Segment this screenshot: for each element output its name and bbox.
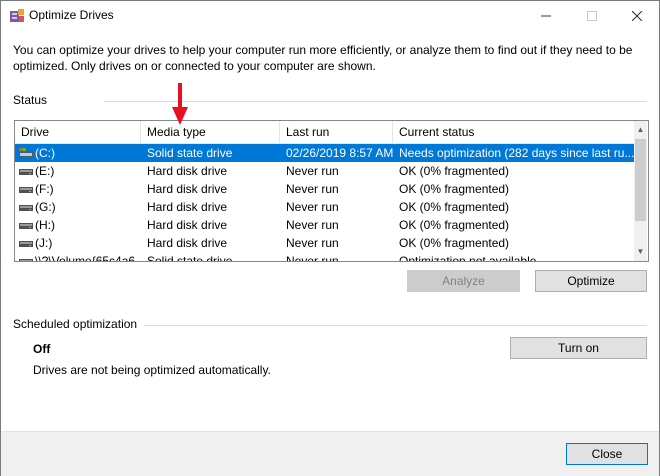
media-type: Hard disk drive	[147, 236, 228, 250]
drives-list-scrollbar[interactable]: ▲ ▼	[634, 121, 647, 261]
last-run: 02/26/2019 8:57 AM	[286, 146, 394, 160]
current-status: OK (0% fragmented)	[399, 182, 510, 196]
minimize-icon	[540, 15, 551, 17]
turn-on-button[interactable]: Turn on	[510, 337, 647, 359]
drive-row-h[interactable]: (H:) Hard disk drive Never run OK (0% fr…	[15, 216, 634, 234]
scheduled-divider	[144, 325, 647, 326]
minimize-button[interactable]	[523, 1, 568, 31]
column-header-current-status[interactable]: Current status	[393, 121, 634, 143]
drive-name: (F:)	[35, 182, 54, 196]
media-type: Hard disk drive	[147, 218, 228, 232]
column-header-media-type[interactable]: Media type	[141, 121, 280, 143]
last-run: Never run	[286, 236, 339, 250]
title-bar: Optimize Drives	[1, 1, 659, 31]
scroll-down-icon[interactable]: ▼	[634, 243, 647, 260]
drive-name: (J:)	[35, 236, 53, 250]
drives-list[interactable]: Drive Media type Last run Current status…	[14, 120, 649, 262]
scroll-thumb[interactable]	[635, 139, 646, 221]
hard-drive-icon	[19, 169, 33, 175]
scheduled-section-label: Scheduled optimization	[13, 317, 138, 331]
description-text: You can optimize your drives to help you…	[13, 43, 633, 73]
drive-row-e[interactable]: (E:) Hard disk drive Never run OK (0% fr…	[15, 162, 634, 180]
hard-drive-icon	[19, 241, 33, 247]
media-type: Solid state drive	[147, 146, 233, 160]
drive-name: (C:)	[35, 146, 55, 160]
system-drive-icon	[19, 148, 33, 158]
drive-row-j[interactable]: (J:) Hard disk drive Never run OK (0% fr…	[15, 234, 634, 252]
drive-name: (H:)	[35, 218, 55, 232]
current-status: OK (0% fragmented)	[399, 164, 510, 178]
hard-drive-icon	[19, 259, 33, 261]
close-button[interactable]: Close	[566, 443, 648, 465]
schedule-description: Drives are not being optimized automatic…	[33, 363, 271, 377]
window-title: Optimize Drives	[29, 8, 114, 22]
media-type: Solid state drive	[147, 254, 233, 262]
drive-name: (E:)	[35, 164, 55, 178]
last-run: Never run	[286, 164, 339, 178]
current-status: OK (0% fragmented)	[399, 200, 510, 214]
last-run: Never run	[286, 254, 339, 262]
footer-bar: Close	[1, 431, 659, 476]
close-window-button[interactable]	[614, 1, 659, 31]
drive-row-g[interactable]: (G:) Hard disk drive Never run OK (0% fr…	[15, 198, 634, 216]
hard-drive-icon	[19, 187, 33, 193]
annotation-arrow-icon	[172, 83, 188, 125]
media-type: Hard disk drive	[147, 200, 228, 214]
media-type: Hard disk drive	[147, 182, 228, 196]
drives-list-header: Drive Media type Last run Current status	[15, 121, 634, 144]
analyze-button[interactable]: Analyze	[407, 270, 520, 292]
maximize-icon	[586, 11, 597, 21]
column-header-last-run[interactable]: Last run	[280, 121, 393, 143]
last-run: Never run	[286, 200, 339, 214]
last-run: Never run	[286, 182, 339, 196]
current-status: OK (0% fragmented)	[399, 218, 510, 232]
optimize-button[interactable]: Optimize	[535, 270, 647, 292]
status-section-label: Status	[13, 93, 48, 107]
media-type: Hard disk drive	[147, 164, 228, 178]
column-header-drive[interactable]: Drive	[15, 121, 141, 143]
scroll-up-icon[interactable]: ▲	[634, 121, 647, 138]
drive-row-c[interactable]: (C:) Solid state drive 02/26/2019 8:57 A…	[15, 144, 634, 162]
close-icon	[631, 11, 642, 21]
drive-row-f[interactable]: (F:) Hard disk drive Never run OK (0% fr…	[15, 180, 634, 198]
defrag-app-icon	[10, 9, 24, 22]
hard-drive-icon	[19, 223, 33, 229]
current-status: Needs optimization (282 days since last …	[399, 146, 634, 160]
hard-drive-icon	[19, 205, 33, 211]
schedule-state: Off	[33, 342, 51, 356]
drive-name: \\?\Volume{65c4a6...	[35, 254, 146, 262]
current-status: Optimization not available	[399, 254, 537, 262]
drive-name: (G:)	[35, 200, 56, 214]
last-run: Never run	[286, 218, 339, 232]
current-status: OK (0% fragmented)	[399, 236, 510, 250]
optimize-drives-window: Optimize Drives You can optimize your dr…	[0, 0, 660, 476]
maximize-button	[569, 1, 614, 31]
drive-row-volume[interactable]: \\?\Volume{65c4a6... Solid state drive N…	[15, 252, 634, 262]
